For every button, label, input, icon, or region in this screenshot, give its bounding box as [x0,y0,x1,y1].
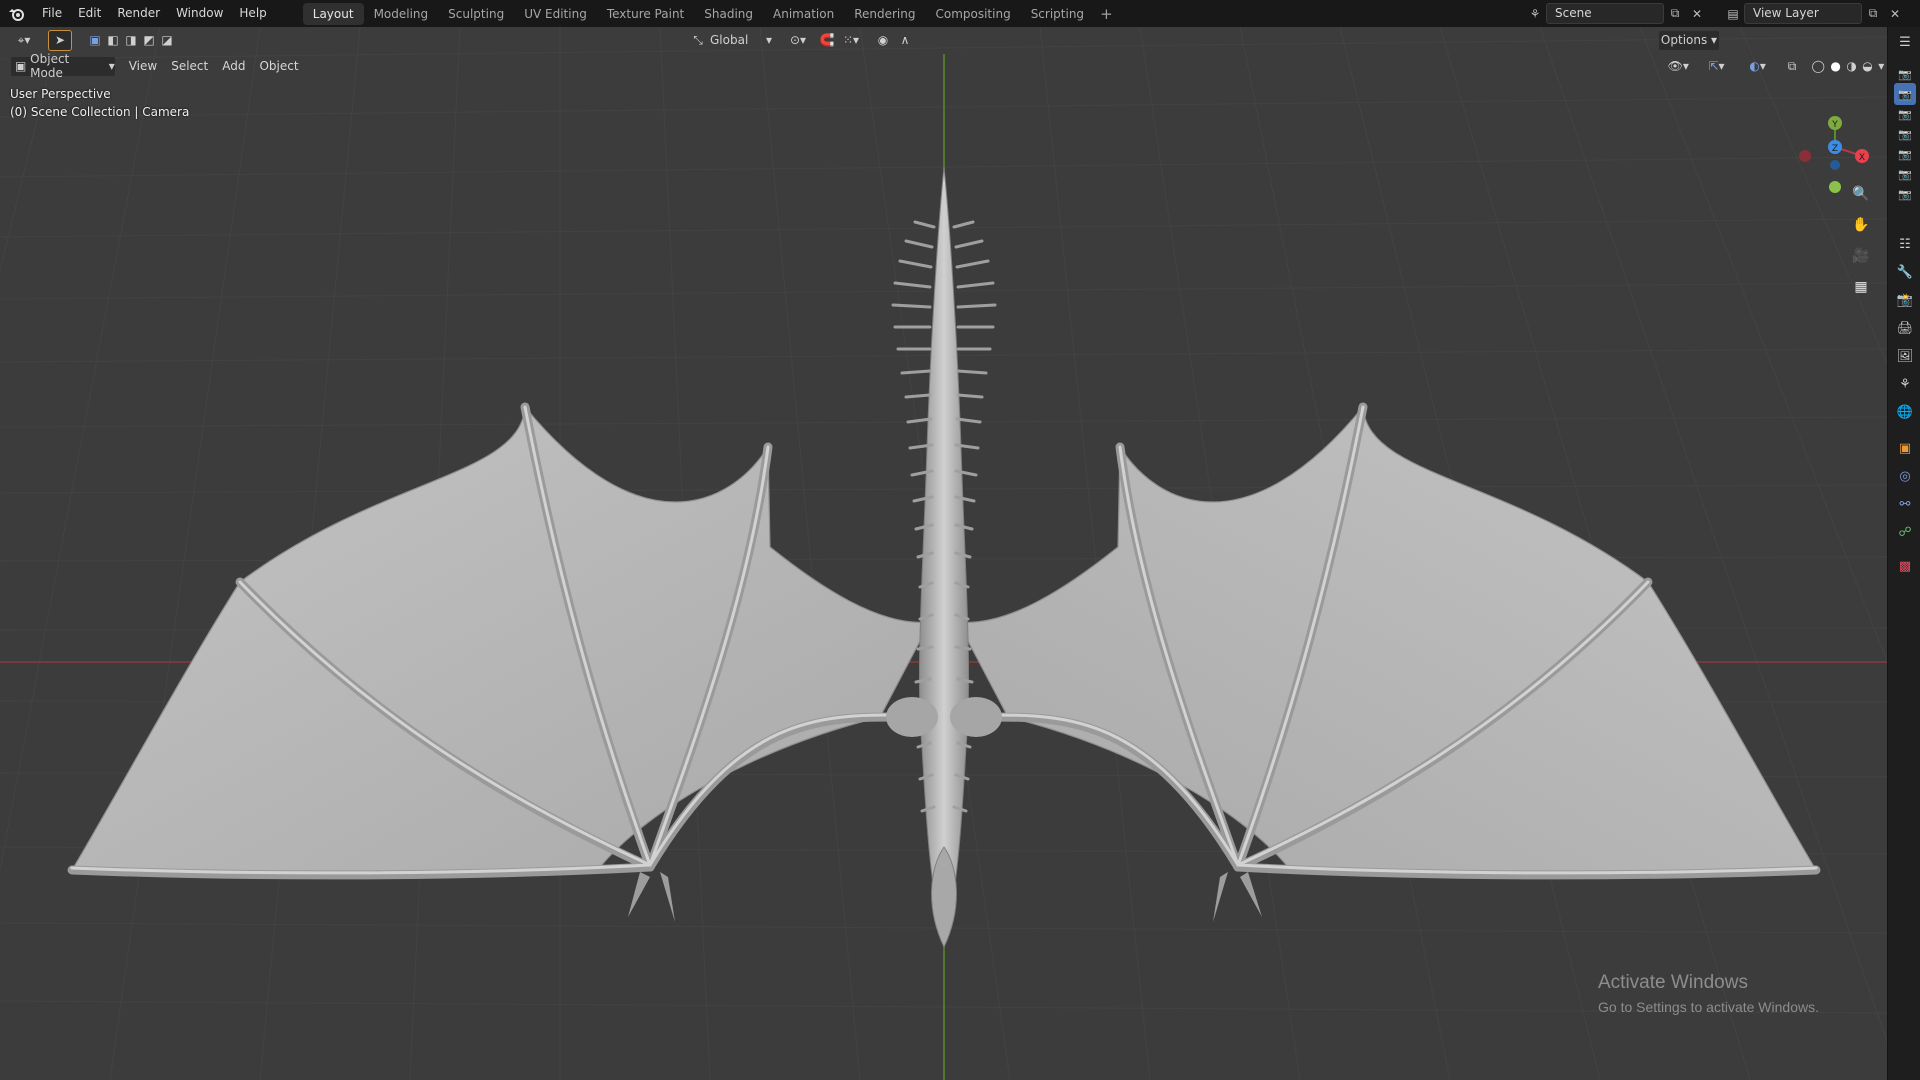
options-label: Options [1660,33,1708,47]
camera-restrict-icon[interactable]: 📷 [1894,63,1916,85]
scene-icon[interactable]: ⚘ [1524,3,1546,24]
solid-shading-icon[interactable]: ● [1830,59,1840,73]
menu-render[interactable]: Render [109,0,168,27]
scene-name-field[interactable]: Scene [1546,3,1664,24]
rendered-shading-icon[interactable]: ◒ [1862,59,1872,73]
ortho-grid-icon[interactable]: ▦ [1848,274,1874,300]
svg-text:Z: Z [1832,144,1838,154]
orientation-dropdown[interactable]: Global [710,30,762,51]
delete-scene-icon[interactable]: ✕ [1686,3,1708,24]
menu-object[interactable]: Object [252,56,305,77]
tab-compositing[interactable]: Compositing [925,3,1020,25]
view-layer-icon[interactable]: ▤ [1722,3,1744,24]
new-view-layer-icon[interactable]: ⧉ [1862,3,1884,24]
visibility-icon[interactable]: 👁▾ [1664,56,1693,77]
tab-modeling[interactable]: Modeling [364,3,439,25]
dragon-mesh[interactable] [67,166,1821,949]
proportional-edit-icon[interactable]: ◉ [872,30,894,51]
zoom-icon[interactable]: 🔍 [1848,181,1874,207]
overlays-icon[interactable]: ◐ ▾ [1740,56,1775,77]
object-properties-icon[interactable]: ▣ [1894,437,1916,459]
pivot-point-icon[interactable]: ⊙▾ [784,30,812,51]
delete-view-layer-icon[interactable]: ✕ [1884,3,1906,24]
view-layer-field[interactable]: View Layer [1744,3,1862,24]
select-tool-icon[interactable]: ➤ [48,29,72,51]
activate-windows-title: Activate Windows [1598,972,1748,993]
view-layer-selector: ▤ View Layer ⧉ ✕ [1722,3,1906,24]
pan-hand-icon[interactable]: ✋ [1848,212,1874,238]
tab-layout[interactable]: Layout [302,2,364,25]
tab-scripting[interactable]: Scripting [1021,3,1094,25]
menu-help[interactable]: Help [231,0,274,27]
wireframe-shading-icon[interactable]: ◯ [1812,59,1825,73]
workspace-tabs: Layout Modeling Sculpting UV Editing Tex… [302,0,1113,27]
mode-dropdown[interactable]: ▣ Object Mode ▾ [10,52,116,80]
editor-type-icon[interactable]: ⌖▾ [8,30,40,51]
chevron-down-icon[interactable]: ▾ [762,30,776,51]
tab-shading[interactable]: Shading [694,3,763,25]
physics-properties-icon[interactable]: ◎ [1894,465,1916,487]
object-data-properties-icon[interactable]: ☍ [1894,521,1916,543]
properties-tab-strip: ☰ 📷 📷 📷 📷 📷 📷 📷 ☷ 🔧 📸 🖨 🖼 ⚘ 🌐 ▣ ◎ ⚯ ☍ ▩ [1887,27,1920,1080]
gizmo-neg-y [1829,181,1841,193]
scene-properties-icon[interactable]: ⚘ [1894,373,1916,395]
viewport-collection-label: (0) Scene Collection | Camera [10,105,190,119]
top-bar: File Edit Render Window Help Layout Mode… [0,0,1920,27]
tab-animation[interactable]: Animation [763,3,844,25]
tab-texture-paint[interactable]: Texture Paint [597,3,694,25]
menu-select[interactable]: Select [164,56,215,77]
camera-icon[interactable]: 📷 [1894,163,1916,185]
constraints-properties-icon[interactable]: ⚯ [1894,493,1916,515]
camera-icon[interactable]: 📷 [1894,143,1916,165]
view-layer-properties-icon[interactable]: 🖼 [1894,345,1916,367]
scene-selector: ⚘ Scene ⧉ ✕ [1524,3,1708,24]
transform-orientation-icon[interactable]: ⤡ [686,30,710,51]
material-shading-icon[interactable]: ◑ [1846,59,1856,73]
tab-sculpting[interactable]: Sculpting [438,3,514,25]
shading-mode-icons[interactable]: ◯ ● ◑ ◒ ▾ [1809,56,1887,77]
world-properties-icon[interactable]: 🌐 [1894,401,1916,423]
gizmo-toggle-icon[interactable]: ⇱ ▾ [1699,56,1734,77]
output-properties-icon[interactable]: 🖨 [1894,317,1916,339]
viewport-tool-header: ⌖▾ ➤ ▣ ◧ ◨ ◩ ◪ ⤡ Global ▾ ⊙▾ 🧲 ⁙▾ ◉ ∧ Option… [0,27,1887,53]
gizmo-neg-x [1799,150,1811,162]
viewport-scene [0,27,1887,1080]
blender-logo-icon[interactable] [0,0,34,27]
selection-mode-icons[interactable]: ▣ ◧ ◨ ◩ ◪ [86,30,176,51]
properties-toggle-icon[interactable]: ☷ [1894,233,1916,255]
camera-icon[interactable]: 📷 [1894,123,1916,145]
camera-icon[interactable]: 📷 [1894,183,1916,205]
add-workspace-button[interactable]: + [1100,5,1113,23]
options-dropdown[interactable]: Options ▾ [1658,29,1720,51]
object-mode-icon: ▣ [15,59,27,73]
menu-edit[interactable]: Edit [70,0,109,27]
snap-icon[interactable]: 🧲 [816,30,838,51]
falloff-icon[interactable]: ∧ [894,30,916,51]
svg-text:X: X [1859,153,1865,163]
tab-uv-editing[interactable]: UV Editing [514,3,597,25]
viewport-menu-header: ▣ Object Mode ▾ View Select Add Object 👁… [0,52,1887,80]
menu-file[interactable]: File [34,0,70,27]
gizmo-neg-z [1830,160,1840,170]
object-mode-label: Object Mode [30,52,70,80]
camera-active-icon[interactable]: 📷 [1894,83,1916,105]
svg-text:Y: Y [1831,120,1838,130]
tab-rendering[interactable]: Rendering [844,3,925,25]
tool-properties-icon[interactable]: 🔧 [1894,261,1916,283]
viewport-perspective-label: User Perspective [10,87,111,101]
outliner-toggle-icon[interactable]: ☰ [1894,31,1916,53]
camera-view-icon[interactable]: 🎥 [1848,243,1874,269]
activate-windows-subtitle: Go to Settings to activate Windows. [1598,999,1819,1015]
menu-add[interactable]: Add [215,56,252,77]
xray-icon[interactable]: ⧉ [1781,56,1803,77]
3d-viewport[interactable]: User Perspective (0) Scene Collection | … [0,27,1887,1080]
menu-window[interactable]: Window [168,0,231,27]
new-scene-icon[interactable]: ⧉ [1664,3,1686,24]
texture-properties-icon[interactable]: ▩ [1894,555,1916,577]
snap-target-icon[interactable]: ⁙▾ [838,30,864,51]
camera-icon[interactable]: 📷 [1894,103,1916,125]
render-properties-icon[interactable]: 📸 [1894,289,1916,311]
menu-view[interactable]: View [122,56,164,77]
